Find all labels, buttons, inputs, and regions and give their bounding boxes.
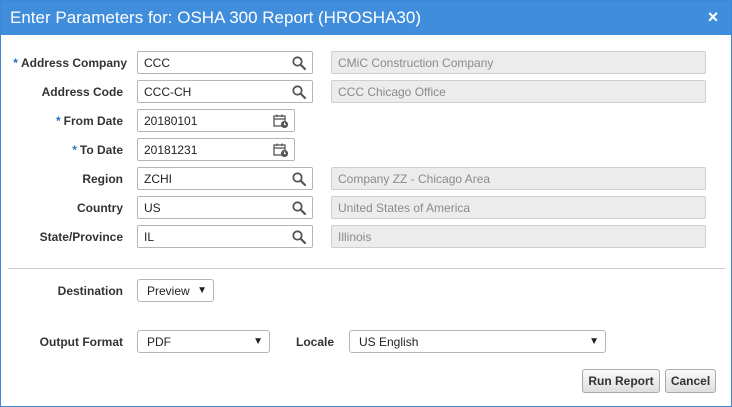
country-label: Country: [77, 201, 123, 215]
section-divider: [8, 268, 725, 269]
to-date-input[interactable]: 20181231: [137, 138, 295, 161]
address-company-input[interactable]: CCC: [137, 51, 313, 74]
required-marker: *: [13, 56, 18, 70]
search-icon[interactable]: [291, 200, 307, 216]
dialog-title: Enter Parameters for: OSHA 300 Report (H…: [10, 8, 421, 27]
search-icon[interactable]: [291, 229, 307, 245]
close-icon[interactable]: ×: [705, 8, 721, 26]
state-province-input[interactable]: IL: [137, 225, 313, 248]
run-report-button[interactable]: Run Report: [582, 369, 660, 393]
parameters-dialog: Enter Parameters for: OSHA 300 Report (H…: [0, 0, 732, 407]
required-marker: *: [72, 143, 77, 157]
address-code-description: CCC Chicago Office: [331, 80, 706, 103]
locale-label: Locale: [295, 335, 334, 349]
output-format-label: Output Format: [39, 335, 123, 349]
state-province-description: Illinois: [331, 225, 706, 248]
required-marker: *: [55, 114, 61, 128]
address-code-input[interactable]: CCC-CH: [137, 80, 313, 103]
chevron-down-icon: ▼: [197, 285, 207, 296]
locale-select[interactable]: US English ▼: [349, 330, 606, 353]
calendar-icon[interactable]: [273, 113, 289, 129]
address-company-label: * Address Company: [13, 56, 127, 70]
dialog-title-bar: Enter Parameters for: OSHA 300 Report (H…: [1, 1, 731, 35]
search-icon[interactable]: [291, 171, 307, 187]
address-company-description: CMiC Construction Company: [331, 51, 706, 74]
from-date-input[interactable]: 20180101: [137, 109, 295, 132]
region-label: Region: [82, 172, 123, 186]
cancel-button[interactable]: Cancel: [665, 369, 716, 393]
search-icon[interactable]: [291, 84, 307, 100]
region-input[interactable]: ZCHI: [137, 167, 313, 190]
destination-select[interactable]: Preview ▼: [137, 279, 214, 302]
to-date-label: * To Date: [72, 143, 123, 157]
from-date-label: * From Date: [55, 114, 123, 128]
destination-label: Destination: [57, 284, 123, 298]
country-description: United States of America: [331, 196, 706, 219]
region-description: Company ZZ - Chicago Area: [331, 167, 706, 190]
chevron-down-icon: ▼: [589, 336, 599, 347]
address-code-label: Address Code: [41, 85, 123, 99]
country-input[interactable]: US: [137, 196, 313, 219]
calendar-icon[interactable]: [273, 142, 289, 158]
state-province-label: State/Province: [39, 230, 123, 244]
search-icon[interactable]: [291, 55, 307, 71]
